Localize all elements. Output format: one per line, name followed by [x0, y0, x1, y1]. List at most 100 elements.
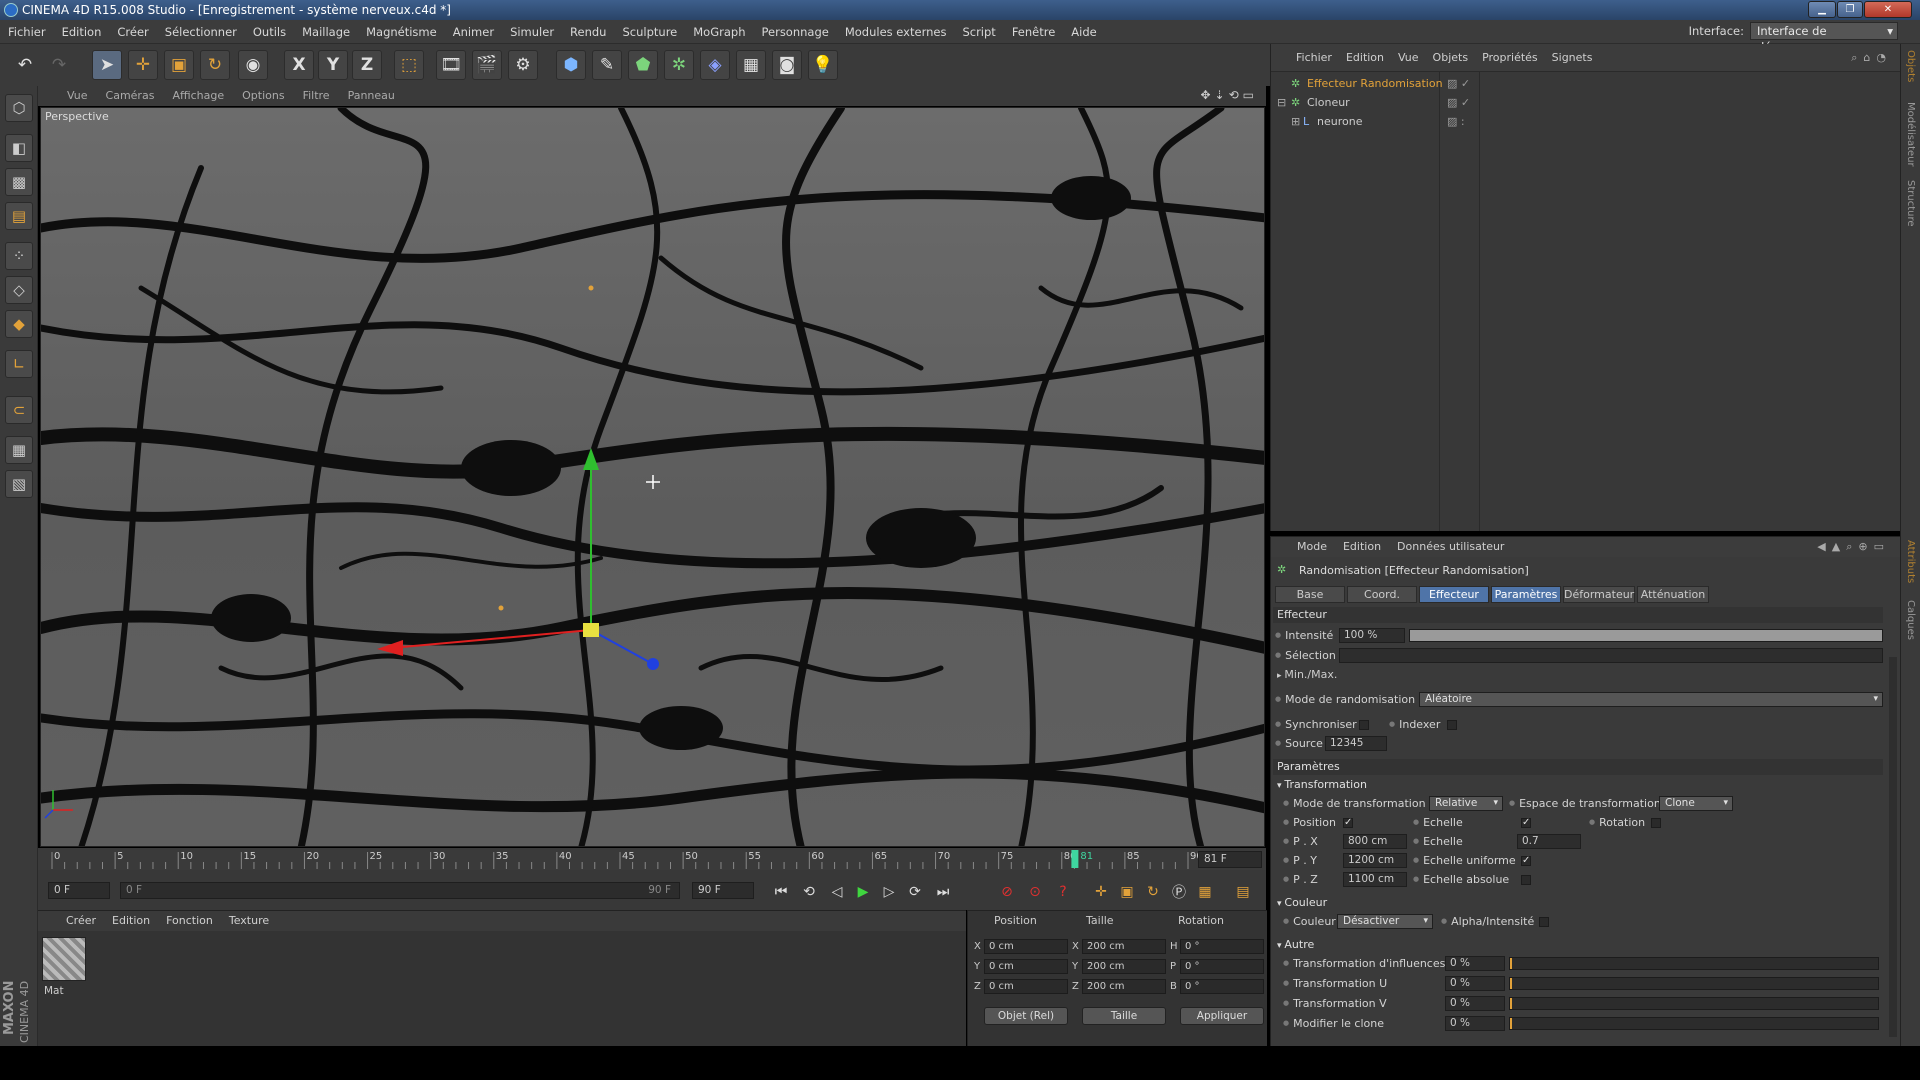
menu-edition[interactable]: Edition — [54, 20, 110, 44]
espace-transformation-dropdown[interactable]: Clone — [1659, 796, 1733, 811]
timeline-window-icon[interactable]: ▤ — [1232, 882, 1254, 902]
right-tab-modelisateur[interactable]: Modélisateur — [1905, 102, 1916, 167]
position-z-field[interactable]: 0 cm — [984, 979, 1068, 994]
transformation-v-slider[interactable] — [1509, 997, 1879, 1010]
workplane-icon[interactable]: ▤ — [5, 202, 33, 230]
light-icon[interactable]: 💡 — [808, 50, 838, 80]
menu-personnage[interactable]: Personnage — [753, 20, 836, 44]
viewport-menu-options[interactable]: Options — [233, 86, 293, 106]
menu-maillage[interactable]: Maillage — [294, 20, 358, 44]
menu-selectionner[interactable]: Sélectionner — [157, 20, 245, 44]
menu-creer[interactable]: Créer — [109, 20, 156, 44]
menu-aide[interactable]: Aide — [1063, 20, 1104, 44]
grid-snap-icon[interactable]: ▧ — [5, 470, 33, 498]
attribute-menu-mode[interactable]: Mode — [1289, 537, 1335, 557]
axis-mode-icon[interactable]: ∟ — [5, 350, 33, 378]
object-menu-objets[interactable]: Objets — [1426, 44, 1476, 72]
timeline-ruler[interactable]: 0 5 10 15 20 25 30 35 40 45 50 55 60 65 70 75 80 85 90 81 8… — [38, 848, 1266, 870]
menu-sculpture[interactable]: Sculpture — [614, 20, 685, 44]
position-checkbox[interactable]: ✓ — [1343, 818, 1353, 828]
position-y-field[interactable]: 0 cm — [984, 959, 1068, 974]
echelle-uniforme-checkbox[interactable]: ✓ — [1521, 856, 1531, 866]
transformation-u-field[interactable]: 0 % — [1445, 976, 1505, 991]
coord-mode-dropdown[interactable]: Objet (Rel) — [984, 1007, 1068, 1025]
auto-key-icon[interactable]: ⊙ — [1024, 882, 1046, 902]
object-manager-search-icon[interactable]: ⌕⌂◔ — [1851, 51, 1892, 65]
interface-dropdown[interactable]: Interface de démarrage — [1750, 22, 1898, 54]
workplane-lock-icon[interactable]: ▦ — [5, 436, 33, 464]
attribute-menu-donnees[interactable]: Données utilisateur — [1389, 537, 1512, 557]
object-menu-edition[interactable]: Edition — [1339, 44, 1391, 72]
goto-end-icon[interactable]: ⏭ — [932, 882, 954, 902]
mode-transformation-dropdown[interactable]: Relative — [1429, 796, 1503, 811]
object-menu-vue[interactable]: Vue — [1391, 44, 1426, 72]
expand-toggle-icon[interactable]: ⊟ — [1277, 93, 1286, 112]
selection-field[interactable] — [1339, 648, 1883, 663]
material-menu-edition[interactable]: Edition — [104, 911, 158, 931]
render-settings-icon[interactable]: ⚙ — [508, 50, 538, 80]
intensite-field[interactable]: 100 % — [1339, 628, 1405, 643]
couleur-dropdown[interactable]: Désactiver — [1337, 914, 1433, 929]
material-swatch[interactable] — [42, 937, 86, 981]
rotation-checkbox[interactable] — [1651, 818, 1661, 828]
menu-fichier[interactable]: Fichier — [0, 20, 54, 44]
source-field[interactable]: 12345 — [1325, 736, 1387, 751]
object-row-effecteur[interactable]: ✲ Effecteur Randomisation ▨ ✓ — [1271, 74, 1901, 93]
floor-icon[interactable]: ▦ — [736, 50, 766, 80]
transformation-group[interactable]: ▾ Transformation — [1273, 777, 1883, 793]
coordinate-system-icon[interactable]: ⬚ — [394, 50, 424, 80]
points-mode-icon[interactable]: ⁘ — [5, 242, 33, 270]
alpha-intensite-checkbox[interactable] — [1539, 917, 1549, 927]
object-menu-signets[interactable]: Signets — [1545, 44, 1600, 72]
key-pla-icon[interactable]: ▦ — [1194, 882, 1216, 902]
intensite-slider[interactable] — [1409, 629, 1883, 642]
rotation-p-field[interactable]: 0 ° — [1180, 959, 1264, 974]
modifier-clone-slider[interactable] — [1509, 1017, 1879, 1030]
redo-icon[interactable]: ↷ — [44, 50, 74, 80]
menu-modules-externes[interactable]: Modules externes — [837, 20, 955, 44]
undo-icon[interactable]: ↶ — [10, 50, 40, 80]
menu-simuler[interactable]: Simuler — [502, 20, 562, 44]
right-tab-structure[interactable]: Structure — [1905, 180, 1916, 227]
pz-field[interactable]: 1100 cm — [1343, 872, 1407, 887]
size-z-field[interactable]: 200 cm — [1082, 979, 1166, 994]
coord-size-dropdown[interactable]: Taille — [1082, 1007, 1166, 1025]
material-menu-texture[interactable]: Texture — [221, 911, 277, 931]
attribute-menu-edition[interactable]: Edition — [1335, 537, 1389, 557]
transformation-influences-slider[interactable] — [1509, 957, 1879, 970]
3d-viewport[interactable]: Perspective — [40, 107, 1265, 847]
viewport-menu-panneau[interactable]: Panneau — [339, 86, 404, 106]
material-menu-fonction[interactable]: Fonction — [158, 911, 221, 931]
apply-button[interactable]: Appliquer — [1180, 1007, 1264, 1025]
texture-mode-icon[interactable]: ▩ — [5, 168, 33, 196]
tab-effecteur[interactable]: Effecteur — [1419, 586, 1489, 603]
viewport-menu-affichage[interactable]: Affichage — [163, 86, 233, 106]
move-icon[interactable]: ✛ — [128, 50, 158, 80]
expand-toggle-icon[interactable]: ⊞ — [1291, 112, 1300, 131]
cloner-icon[interactable]: ✲ — [664, 50, 694, 80]
previous-frame-icon[interactable]: ◁ — [826, 882, 848, 902]
object-row-neurone-flags[interactable]: ▨ : — [1447, 112, 1465, 131]
deformer-icon[interactable]: ◈ — [700, 50, 730, 80]
viewport-menu-vue[interactable]: Vue — [58, 86, 97, 106]
couleur-group[interactable]: ▾ Couleur — [1273, 895, 1883, 911]
frame-range-slider[interactable]: 0 F 90 F — [120, 882, 680, 899]
make-editable-icon[interactable]: ⬡ — [5, 94, 33, 122]
scale-icon[interactable]: ▣ — [164, 50, 194, 80]
size-x-field[interactable]: 200 cm — [1082, 939, 1166, 954]
camera-icon[interactable]: ◙ — [772, 50, 802, 80]
key-rotation-icon[interactable]: ↻ — [1142, 882, 1164, 902]
playhead-marker[interactable] — [1071, 850, 1079, 868]
right-tab-attributs[interactable]: Attributs — [1905, 540, 1916, 583]
start-frame-field[interactable]: 0 F — [48, 882, 110, 899]
axis-y-button[interactable]: Y — [318, 50, 348, 80]
position-x-field[interactable]: 0 cm — [984, 939, 1068, 954]
record-keys-icon[interactable]: ⊘ — [996, 882, 1018, 902]
key-position-icon[interactable]: ✛ — [1090, 882, 1112, 902]
close-button[interactable]: ✕ — [1864, 1, 1912, 18]
transformation-v-field[interactable]: 0 % — [1445, 996, 1505, 1011]
modifier-clone-field[interactable]: 0 % — [1445, 1016, 1505, 1031]
axis-z-button[interactable]: Z — [352, 50, 382, 80]
transformation-u-slider[interactable] — [1509, 977, 1879, 990]
subdivision-surface-icon[interactable]: ⬟ — [628, 50, 658, 80]
